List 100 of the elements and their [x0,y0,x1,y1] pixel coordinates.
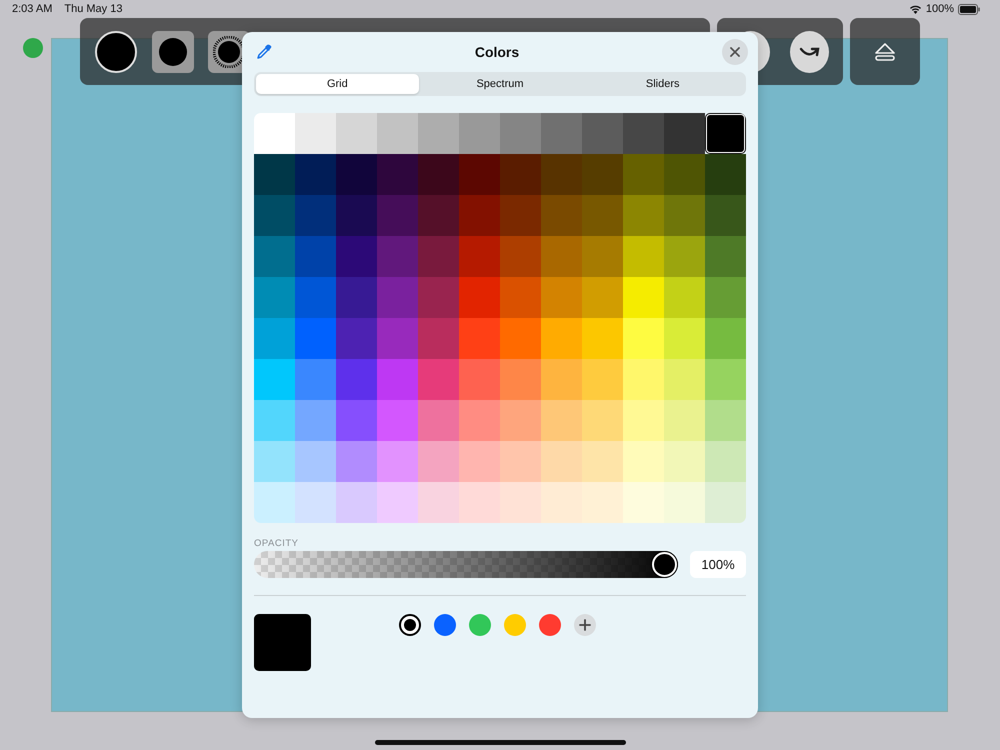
color-swatch[interactable] [623,400,664,441]
color-swatch[interactable] [664,277,705,318]
color-swatch[interactable] [377,400,418,441]
color-preset[interactable] [504,614,526,636]
color-swatch[interactable] [541,154,582,195]
color-swatch[interactable] [541,482,582,523]
color-swatch[interactable] [541,277,582,318]
color-swatch[interactable] [664,482,705,523]
color-swatch[interactable] [705,195,746,236]
color-swatch[interactable] [664,113,705,154]
color-swatch[interactable] [500,113,541,154]
color-swatch[interactable] [500,318,541,359]
color-swatch[interactable] [500,236,541,277]
color-swatch[interactable] [254,441,295,482]
color-swatch[interactable] [377,195,418,236]
color-swatch[interactable] [500,400,541,441]
color-swatch[interactable] [664,441,705,482]
color-swatch[interactable] [295,195,336,236]
color-swatch[interactable] [254,195,295,236]
color-swatch[interactable] [295,482,336,523]
color-swatch[interactable] [705,482,746,523]
color-swatch[interactable] [541,195,582,236]
color-swatch[interactable] [254,113,295,154]
color-swatch[interactable] [418,277,459,318]
color-swatch[interactable] [500,195,541,236]
color-swatch[interactable] [705,318,746,359]
color-swatch[interactable] [664,359,705,400]
color-swatch[interactable] [459,400,500,441]
color-swatch[interactable] [541,359,582,400]
color-swatch[interactable] [418,195,459,236]
color-swatch[interactable] [541,441,582,482]
color-swatch[interactable] [500,277,541,318]
color-swatch[interactable] [500,154,541,195]
color-swatch[interactable] [254,359,295,400]
color-swatch[interactable] [336,441,377,482]
color-swatch[interactable] [377,113,418,154]
color-swatch[interactable] [705,400,746,441]
color-swatch[interactable] [623,195,664,236]
color-swatch[interactable] [418,400,459,441]
color-swatch[interactable] [336,195,377,236]
color-swatch[interactable] [459,441,500,482]
color-swatch[interactable] [377,236,418,277]
color-swatch[interactable] [336,359,377,400]
color-swatch[interactable] [541,318,582,359]
color-swatch[interactable] [582,195,623,236]
color-swatch[interactable] [705,277,746,318]
color-swatch[interactable] [336,277,377,318]
color-swatch[interactable] [582,359,623,400]
color-swatch[interactable] [459,113,500,154]
color-swatch[interactable] [664,400,705,441]
color-swatch[interactable] [541,236,582,277]
color-swatch[interactable] [705,359,746,400]
color-swatch[interactable] [254,482,295,523]
color-swatch[interactable] [705,154,746,195]
redo-button[interactable] [790,30,829,72]
color-swatch[interactable] [295,154,336,195]
color-swatch[interactable] [664,154,705,195]
color-swatch[interactable] [295,400,336,441]
color-swatch[interactable] [582,277,623,318]
color-swatch[interactable] [377,154,418,195]
color-swatch[interactable] [459,359,500,400]
color-preset[interactable] [539,614,561,636]
color-swatch[interactable] [418,154,459,195]
color-swatch[interactable] [500,441,541,482]
color-swatch[interactable] [418,482,459,523]
opacity-slider[interactable] [254,551,678,578]
color-swatch[interactable] [418,236,459,277]
color-preset[interactable] [434,614,456,636]
color-swatch[interactable] [582,154,623,195]
color-swatch[interactable] [623,318,664,359]
color-swatch[interactable] [254,318,295,359]
color-swatch[interactable] [582,400,623,441]
color-swatch[interactable] [582,482,623,523]
color-swatch[interactable] [664,318,705,359]
color-swatch[interactable] [254,154,295,195]
color-swatch[interactable] [582,441,623,482]
color-swatch[interactable] [623,482,664,523]
color-swatch[interactable] [582,318,623,359]
color-swatch[interactable] [295,277,336,318]
color-swatch[interactable] [295,359,336,400]
color-swatch[interactable] [705,236,746,277]
eject-button[interactable] [850,18,920,85]
color-swatch[interactable] [541,113,582,154]
color-swatch[interactable] [254,400,295,441]
color-swatch[interactable] [705,113,746,154]
color-swatch[interactable] [336,482,377,523]
color-swatch[interactable] [459,482,500,523]
color-swatch[interactable] [377,277,418,318]
color-swatch[interactable] [459,318,500,359]
color-swatch[interactable] [623,113,664,154]
color-swatch[interactable] [418,113,459,154]
color-swatch[interactable] [377,359,418,400]
close-button[interactable] [722,39,748,65]
color-preset[interactable] [399,614,421,636]
color-swatch[interactable] [623,277,664,318]
color-swatch[interactable] [336,236,377,277]
color-swatch[interactable] [623,441,664,482]
color-swatch[interactable] [418,318,459,359]
color-preset[interactable] [469,614,491,636]
color-swatch[interactable] [336,400,377,441]
